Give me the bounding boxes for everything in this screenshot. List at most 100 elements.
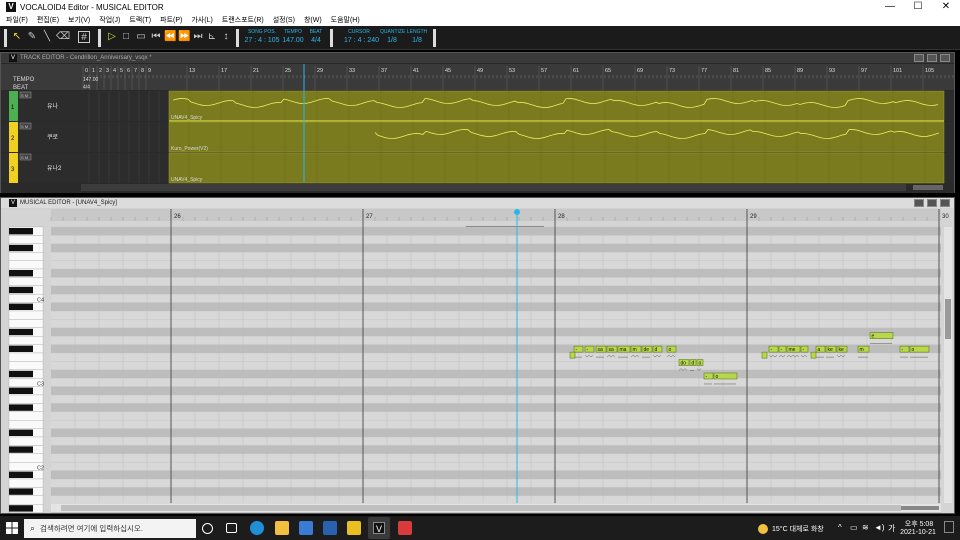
- menu-settings[interactable]: 설정(S): [273, 15, 295, 25]
- piano-key-black[interactable]: [9, 446, 33, 453]
- length-select[interactable]: 1/8: [406, 37, 428, 44]
- marker-icon[interactable]: ↕: [220, 31, 232, 43]
- menu-view[interactable]: 보기(V): [68, 15, 90, 25]
- close-icon[interactable]: [940, 199, 950, 207]
- track-name[interactable]: 유나: [47, 102, 59, 110]
- piano-key-white[interactable]: [8, 252, 44, 261]
- piano-key-black[interactable]: [9, 286, 33, 294]
- menu-file[interactable]: 파일(F): [6, 15, 28, 25]
- note-block[interactable]: [569, 351, 576, 359]
- weather-text[interactable]: 15°C 대체로 화창: [772, 524, 824, 534]
- zoom-slider[interactable]: [901, 506, 939, 510]
- piano-key-black[interactable]: [9, 270, 33, 277]
- close-icon[interactable]: ✕: [932, 0, 960, 14]
- piano-key-white[interactable]: [8, 453, 44, 463]
- grid-icon[interactable]: #: [78, 31, 90, 43]
- weather-icon[interactable]: [758, 524, 768, 534]
- store-icon[interactable]: [299, 521, 313, 535]
- piano-key-white[interactable]: [8, 336, 44, 345]
- pointer-tool-icon[interactable]: ↖: [11, 31, 23, 43]
- menu-job[interactable]: 작업(J): [99, 15, 120, 25]
- track-row[interactable]: 2S M쿠로Kuro_Power(V2): [1, 121, 954, 153]
- piano-key-white[interactable]: [8, 260, 44, 270]
- piano-key-black[interactable]: [9, 328, 33, 336]
- maximize-icon[interactable]: [927, 54, 937, 62]
- piano-key-white[interactable]: [8, 436, 44, 446]
- maximize-icon[interactable]: [927, 199, 937, 207]
- quantize-select[interactable]: 1/8: [380, 37, 404, 44]
- network-icon[interactable]: ▭: [850, 523, 858, 532]
- stop-icon[interactable]: □: [120, 31, 132, 43]
- tray-chevron-icon[interactable]: ^: [838, 523, 842, 532]
- clock-time[interactable]: 오후 5:08: [904, 519, 934, 529]
- app-icon[interactable]: [347, 521, 361, 535]
- track-name[interactable]: 유나2: [47, 164, 62, 172]
- vertical-scrollbar[interactable]: [944, 227, 952, 503]
- metronome-icon[interactable]: ⊾: [206, 31, 218, 43]
- piano-key-white[interactable]: [8, 277, 44, 286]
- piano-key-white[interactable]: [8, 420, 44, 429]
- edge-icon[interactable]: [250, 521, 264, 535]
- taskbar-search[interactable]: ⌕ 검색하려면 여기에 입력하십시오.: [24, 519, 196, 538]
- beat-value[interactable]: 4/4: [308, 37, 324, 44]
- piano-key-white[interactable]: [8, 478, 44, 488]
- maximize-icon[interactable]: ☐: [904, 0, 932, 14]
- note-block[interactable]: [810, 351, 817, 359]
- minimize-icon[interactable]: —: [876, 0, 904, 14]
- piano-key-white[interactable]: [8, 352, 44, 362]
- piano-key-black[interactable]: [9, 488, 33, 495]
- task-view-icon[interactable]: [226, 523, 237, 533]
- eraser-tool-icon[interactable]: ⌫: [56, 31, 70, 43]
- wifi-icon[interactable]: ≋: [862, 523, 869, 532]
- windows-start-icon[interactable]: [6, 522, 18, 534]
- track-zoom-slider[interactable]: [913, 185, 943, 190]
- piano-key-white[interactable]: [8, 394, 44, 404]
- track-name[interactable]: 쿠로: [47, 134, 59, 141]
- piano-key-black[interactable]: [9, 345, 33, 352]
- piano-key-white[interactable]: [8, 319, 44, 328]
- menu-help[interactable]: 도움말(H): [331, 15, 360, 25]
- note-block[interactable]: [761, 351, 768, 359]
- loop-icon[interactable]: ▭: [135, 31, 147, 43]
- menu-lyrics[interactable]: 가사(L): [191, 15, 212, 25]
- menu-transport[interactable]: 트랜스포트(R): [222, 15, 264, 25]
- piano-key-black[interactable]: [9, 404, 33, 411]
- clock-date[interactable]: 2021-10-21: [897, 529, 939, 536]
- mail-icon[interactable]: [323, 521, 337, 535]
- forward-end-icon[interactable]: ⏭: [192, 31, 204, 43]
- pencil-tool-icon[interactable]: ✎: [26, 31, 38, 43]
- cortana-icon[interactable]: [202, 523, 213, 534]
- piano-key-white[interactable]: [8, 411, 44, 421]
- playhead-handle[interactable]: [514, 209, 520, 215]
- vocaloid-taskbar-item[interactable]: V: [368, 517, 390, 539]
- minimize-icon[interactable]: [914, 199, 924, 207]
- play-icon[interactable]: ▷: [106, 31, 118, 43]
- ime-indicator[interactable]: 가: [888, 523, 895, 534]
- volume-icon[interactable]: ◄): [874, 523, 885, 532]
- menu-part[interactable]: 파트(P): [160, 15, 182, 25]
- track-row[interactable]: 1S M유나UNAV4_Spicy: [1, 90, 954, 122]
- minimize-icon[interactable]: [914, 54, 924, 62]
- menu-window[interactable]: 창(W): [304, 15, 322, 25]
- menu-track[interactable]: 트랙(T): [129, 15, 151, 25]
- file-explorer-icon[interactable]: [275, 521, 289, 535]
- piano-key-white[interactable]: [8, 361, 44, 370]
- line-tool-icon[interactable]: ╲: [41, 31, 53, 43]
- piano-key-black[interactable]: [9, 370, 33, 378]
- song-position-value[interactable]: 27 : 4 : 105: [244, 37, 280, 44]
- piano-key-white[interactable]: [8, 310, 44, 320]
- piano-key-black[interactable]: [9, 228, 33, 235]
- forward-icon[interactable]: ⏩: [178, 31, 190, 43]
- piano-key-black[interactable]: [9, 471, 33, 478]
- vertical-scroll-thumb[interactable]: [945, 299, 951, 339]
- menu-edit[interactable]: 편집(E): [37, 15, 59, 25]
- piano-key-black[interactable]: [9, 505, 33, 512]
- piano-key-black[interactable]: [9, 387, 33, 394]
- piano-key-white[interactable]: [8, 235, 44, 244]
- piano-key-black[interactable]: [9, 429, 33, 436]
- horizontal-scroll-thumb[interactable]: [61, 505, 901, 511]
- rewind-start-icon[interactable]: ⏮: [150, 31, 162, 43]
- piano-key-white[interactable]: [8, 495, 44, 505]
- piano-key-black[interactable]: [9, 244, 33, 252]
- track-scrollbar[interactable]: [81, 184, 906, 191]
